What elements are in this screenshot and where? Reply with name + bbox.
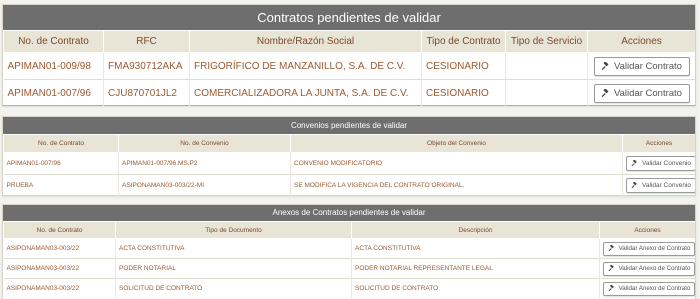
contrato-cell: APIMAN01-007/96 bbox=[3, 152, 119, 175]
gavel-icon bbox=[631, 182, 637, 189]
validar-convenio-button[interactable]: Validar Convenio bbox=[626, 178, 695, 193]
acciones-cell: Validar Anexo de Contrato bbox=[599, 278, 695, 298]
contrato-cell: PRUEBA bbox=[3, 174, 119, 196]
convenio-cell: APIMAN01-007/96.MS.P2 bbox=[118, 152, 291, 175]
contratos-table: No. de Contrato RFC Nombre/Razón Social … bbox=[3, 30, 695, 106]
button-label: Validar Contrato bbox=[614, 60, 682, 72]
objeto-cell: CONVENIO MODIFICATORIO bbox=[290, 152, 623, 175]
contrato-cell: APIMAN01-009/98 bbox=[3, 52, 104, 80]
servicio-cell bbox=[505, 52, 588, 80]
contrato-cell: APIMAN01-007/96 bbox=[3, 79, 104, 106]
nombre-cell: COMERCIALIZADORA LA JUNTA, S.A. DE C.V. bbox=[189, 79, 422, 106]
table-row: APIMAN01-007/96 CJU870701JL2 COMERCIALIZ… bbox=[3, 79, 695, 106]
col-objeto: Objeto del Convenio bbox=[290, 134, 623, 153]
acciones-cell: Validar Contrato bbox=[587, 79, 695, 106]
anexos-panel: Anexos de Contratos pendientes de valida… bbox=[2, 204, 696, 299]
col-tipo-contrato: Tipo de Contrato bbox=[421, 30, 506, 53]
descripcion-cell: ACTA CONSTITUTIVA bbox=[351, 238, 600, 259]
table-row: APIMAN01-007/96 APIMAN01-007/96.MS.P2 CO… bbox=[3, 152, 695, 175]
gavel-icon bbox=[601, 61, 609, 70]
button-label: Validar Convenio bbox=[641, 160, 692, 167]
table-row: ASIPONAMAN03-003/22 SOLICITUD DE CONTRAT… bbox=[3, 278, 695, 298]
validar-anexo-button[interactable]: Validar Anexo de Contrato bbox=[603, 241, 695, 256]
contrato-cell: ASIPONAMAN03-003/22 bbox=[3, 238, 116, 259]
col-descripcion: Descripción bbox=[351, 221, 600, 239]
anexos-table: No. de Contrato Tipo de Documento Descri… bbox=[3, 221, 695, 298]
contratos-header-row: No. de Contrato RFC Nombre/Razón Social … bbox=[3, 30, 695, 53]
col-tipo-servicio: Tipo de Servicio bbox=[505, 30, 588, 53]
rfc-cell: CJU870701JL2 bbox=[103, 79, 190, 106]
col-acciones: Acciones bbox=[587, 30, 695, 53]
col-no-contrato: No. de Contrato bbox=[3, 30, 104, 53]
convenios-title: Convenios pendientes de validar bbox=[3, 117, 695, 134]
button-label: Validar Anexo de Contrato bbox=[618, 245, 691, 252]
validar-contrato-button[interactable]: Validar Contrato bbox=[593, 56, 690, 76]
col-rfc: RFC bbox=[103, 30, 190, 53]
table-row: ASIPONAMAN03-003/22 ACTA CONSTITUTIVA AC… bbox=[3, 238, 695, 259]
convenios-header-row: No. de Contrato No. de Convenio Objeto d… bbox=[3, 134, 695, 153]
validar-convenio-button[interactable]: Validar Convenio bbox=[626, 156, 695, 171]
tipo-documento-cell: SOLICITUD DE CONTRATO bbox=[115, 278, 352, 298]
acciones-cell: Validar Contrato bbox=[587, 52, 695, 80]
contratos-title: Contratos pendientes de validar bbox=[3, 5, 695, 30]
acciones-cell: Validar Anexo de Contrato bbox=[599, 258, 695, 279]
servicio-cell bbox=[505, 79, 588, 106]
button-label: Validar Contrato bbox=[614, 87, 682, 99]
validar-anexo-button[interactable]: Validar Anexo de Contrato bbox=[603, 261, 695, 276]
col-tipo-documento: Tipo de Documento bbox=[115, 221, 352, 239]
convenios-table: No. de Contrato No. de Convenio Objeto d… bbox=[3, 134, 695, 196]
table-row: APIMAN01-009/98 FMA930712AKA FRIGORÍFICO… bbox=[3, 52, 695, 80]
objeto-cell: SE MODIFICA LA VIGENCIA DEL CONTRATO ORI… bbox=[290, 174, 623, 196]
table-row: PRUEBA ASIPONAMAN03-003/22-MI SE MODIFIC… bbox=[3, 174, 695, 196]
gavel-icon bbox=[608, 265, 614, 272]
tipo-cell: CESIONARIO bbox=[421, 79, 506, 106]
contrato-cell: ASIPONAMAN03-003/22 bbox=[3, 258, 116, 279]
col-no-convenio: No. de Convenio bbox=[118, 134, 291, 153]
validar-contrato-button[interactable]: Validar Contrato bbox=[593, 83, 690, 103]
convenio-cell: ASIPONAMAN03-003/22-MI bbox=[118, 174, 291, 196]
anexos-header-row: No. de Contrato Tipo de Documento Descri… bbox=[3, 221, 695, 239]
table-row: ASIPONAMAN03-003/22 PODER NOTARIAL PODER… bbox=[3, 258, 695, 279]
validar-anexo-button[interactable]: Validar Anexo de Contrato bbox=[603, 281, 695, 296]
button-label: Validar Anexo de Contrato bbox=[618, 285, 691, 292]
tipo-documento-cell: ACTA CONSTITUTIVA bbox=[115, 238, 352, 259]
col-no-contrato: No. de Contrato bbox=[3, 134, 119, 153]
gavel-icon bbox=[608, 285, 614, 292]
col-nombre: Nombre/Razón Social bbox=[189, 30, 422, 53]
col-acciones: Acciones bbox=[622, 134, 695, 153]
col-no-contrato: No. de Contrato bbox=[3, 221, 116, 239]
gavel-icon bbox=[601, 88, 609, 97]
gavel-icon bbox=[608, 245, 614, 252]
acciones-cell: Validar Convenio bbox=[622, 174, 695, 196]
descripcion-cell: PODER NOTARIAL REPRESENTANTE LEGAL bbox=[351, 258, 600, 279]
descripcion-cell: SOLICITUD DE CONTRATO bbox=[351, 278, 600, 298]
rfc-cell: FMA930712AKA bbox=[103, 52, 190, 80]
anexos-title: Anexos de Contratos pendientes de valida… bbox=[3, 205, 695, 221]
acciones-cell: Validar Anexo de Contrato bbox=[599, 238, 695, 259]
acciones-cell: Validar Convenio bbox=[622, 152, 695, 175]
tipo-documento-cell: PODER NOTARIAL bbox=[115, 258, 352, 279]
col-acciones: Acciones bbox=[599, 221, 695, 239]
convenios-panel: Convenios pendientes de validar No. de C… bbox=[2, 116, 696, 196]
nombre-cell: FRIGORÍFICO DE MANZANILLO, S.A. DE C.V. bbox=[189, 52, 422, 80]
gavel-icon bbox=[631, 160, 637, 167]
tipo-cell: CESIONARIO bbox=[421, 52, 506, 80]
contratos-panel: Contratos pendientes de validar No. de C… bbox=[2, 4, 696, 106]
contrato-cell: ASIPONAMAN03-003/22 bbox=[3, 278, 116, 298]
button-label: Validar Convenio bbox=[641, 182, 692, 189]
button-label: Validar Anexo de Contrato bbox=[618, 265, 691, 272]
